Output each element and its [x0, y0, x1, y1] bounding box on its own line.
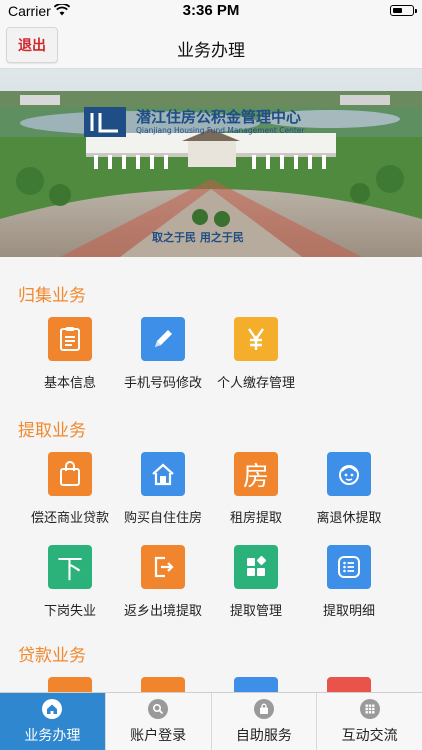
tab-label: 业务办理 [24, 727, 81, 743]
menu-item-unemployed[interactable]: 下 下岗失业 [20, 545, 120, 619]
yen-icon [234, 317, 278, 361]
banner-slogan: 取之于民 用之于民 [152, 230, 244, 244]
status-bar: Carrier 3:36 PM [0, 0, 422, 22]
menu-item-rent-withdraw[interactable]: 房 租房提取 [206, 452, 306, 526]
page-title: 业务办理 [177, 41, 245, 60]
clipboard-icon [48, 317, 92, 361]
section-title-loan: 贷款业务 [18, 646, 86, 665]
menu-item-deposit-management[interactable]: 个人缴存管理 [206, 317, 306, 391]
loan-icon-1 [48, 677, 92, 692]
pencil-icon [141, 317, 185, 361]
menu-item-label: 偿还商业贷款 [30, 510, 109, 525]
tab-business[interactable]: 业务办理 [0, 693, 106, 750]
menu-item-label: 提取管理 [229, 603, 282, 618]
house-icon [141, 452, 185, 496]
home-icon [42, 699, 63, 719]
loan-icon-2 [141, 677, 185, 692]
tab-label: 账户登录 [130, 727, 187, 743]
apps-icon [359, 699, 380, 719]
search-icon [148, 699, 169, 719]
tab-self-service[interactable]: 自助服务 [212, 693, 318, 750]
menu-item-buy-house[interactable]: 购买自住住房 [113, 452, 213, 526]
menu-item-withdraw-management[interactable]: 提取管理 [206, 545, 306, 619]
list-icon [327, 545, 371, 589]
menu-item-label: 个人缴存管理 [216, 375, 295, 390]
loan-icon-4 [327, 677, 371, 692]
exit-icon [141, 545, 185, 589]
tab-account-login[interactable]: 账户登录 [106, 693, 212, 750]
menu-item-label: 手机号码修改 [123, 375, 202, 390]
menu-item-label: 离退休提取 [316, 510, 382, 525]
tab-label: 互动交流 [341, 727, 398, 743]
menu-item-loan-2[interactable] [113, 677, 213, 692]
menu-item-retirement-withdraw[interactable]: 离退休提取 [299, 452, 399, 526]
menu-item-label: 下岗失业 [43, 603, 96, 618]
menu-item-label: 返乡出境提取 [123, 603, 202, 618]
battery-icon [390, 5, 417, 16]
banner-image: 潜江住房公积金管理中心 Qianjiang Housing Fund Manag… [0, 69, 422, 257]
tab-label: 自助服务 [235, 727, 292, 743]
menu-item-withdraw-details[interactable]: 提取明细 [299, 545, 399, 619]
menu-item-label: 提取明细 [322, 603, 375, 618]
grid-apps-icon [234, 545, 278, 589]
banner-center-name-en: Qianjiang Housing Fund Management Center [136, 126, 305, 135]
tab-bar: 业务办理 账户登录 自助服务 互动交流 [0, 692, 422, 750]
section-title-collect: 归集业务 [18, 286, 86, 305]
bag-icon [253, 699, 274, 719]
navigation-bar: 退出 业务办理 [0, 22, 422, 69]
menu-item-label: 购买自住住房 [123, 510, 202, 525]
down-icon: 下 [48, 545, 92, 589]
bag-icon [48, 452, 92, 496]
clock: 3:36 PM [182, 2, 240, 19]
menu-item-phone-change[interactable]: 手机号码修改 [113, 317, 213, 391]
menu-item-basic-info[interactable]: 基本信息 [20, 317, 120, 391]
menu-item-return-abroad-withdraw[interactable]: 返乡出境提取 [113, 545, 213, 619]
tab-interaction[interactable]: 互动交流 [317, 693, 422, 750]
menu-item-label: 租房提取 [229, 510, 282, 525]
menu-item-loan-3[interactable] [206, 677, 306, 692]
banner-center-name: 潜江住房公积金管理中心 [136, 108, 301, 126]
elder-icon [327, 452, 371, 496]
section-title-withdraw: 提取业务 [18, 421, 86, 440]
rent-icon: 房 [234, 452, 278, 496]
menu-item-repay-commercial-loan[interactable]: 偿还商业贷款 [20, 452, 120, 526]
logout-button[interactable]: 退出 [6, 27, 58, 63]
menu-item-label: 基本信息 [43, 375, 96, 390]
business-content: 归集业务 基本信息 手机号码修改 个人缴存管理 提取业务 偿还商业贷款 购买自住… [0, 257, 422, 692]
loan-icon-3 [234, 677, 278, 692]
menu-item-loan-4[interactable] [299, 677, 399, 692]
menu-item-loan-1[interactable] [20, 677, 120, 692]
